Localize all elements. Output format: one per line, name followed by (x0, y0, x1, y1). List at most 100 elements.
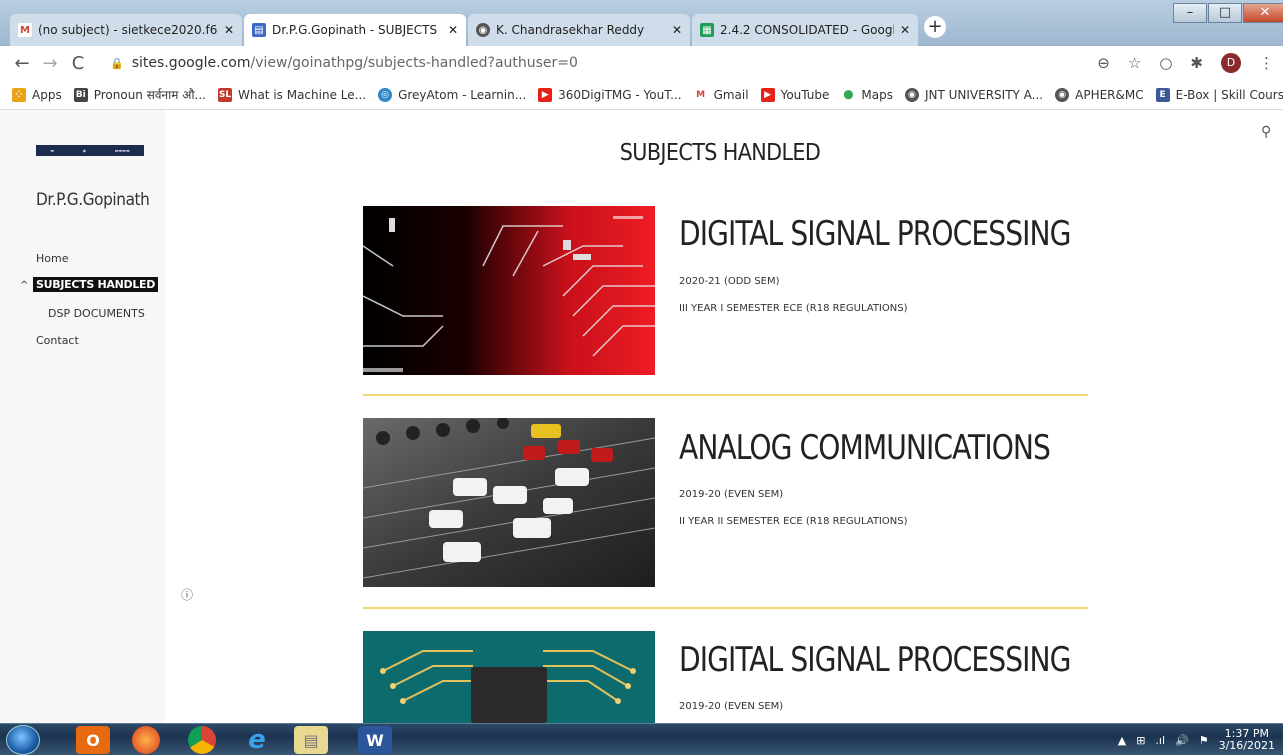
subject-year: II YEAR II SEMESTER ECE (R18 REGULATIONS… (679, 516, 908, 527)
maps-pin-icon: ⬤ (841, 87, 856, 102)
bookmark-label: GreyAtom - Learnin... (398, 87, 527, 102)
subject-title: ANALOG COMMUNICATIONS (679, 428, 1051, 468)
greyatom-icon: ◎ (378, 87, 393, 102)
new-tab-button[interactable]: + (924, 16, 946, 38)
extension-icon[interactable]: ○ (1159, 54, 1172, 72)
tab-title: (no subject) - sietkece2020.f6@g (38, 23, 218, 37)
window-close-button[interactable]: ✕ (1243, 3, 1283, 23)
bookmark-label: 360DigiTMG - YouT... (558, 87, 682, 102)
bookmark-gmail[interactable]: M Gmail (693, 87, 749, 102)
sl-icon: SL (217, 87, 232, 102)
bookmark-label: Pronoun सर्वनाम औ... (93, 88, 206, 102)
chevron-up-icon[interactable]: ^ (20, 280, 28, 291)
tray-expand-icon[interactable]: ▲ (1118, 734, 1126, 747)
tab-title: 2.4.2 CONSOLIDATED - Google S (720, 23, 894, 37)
window-controls: – □ ✕ (1172, 3, 1283, 25)
bookmark-ebox[interactable]: E E-Box | Skill Course (1155, 87, 1283, 102)
close-icon[interactable]: ✕ (672, 23, 682, 37)
puzzle-icon[interactable]: ✱ (1190, 54, 1203, 72)
bookmark-apps[interactable]: ⁘ Apps (12, 87, 62, 102)
tab-title: Dr.P.G.Gopinath - SUBJECTS HAN (272, 23, 442, 37)
info-icon[interactable]: ⓘ (181, 586, 193, 603)
nav-contact[interactable]: Contact (36, 334, 79, 347)
apps-grid-icon: ⁘ (12, 87, 26, 102)
globe-icon: ◉ (904, 87, 919, 102)
subject-image-audio-mixer (363, 418, 655, 587)
nav-dsp-documents[interactable]: DSP DOCUMENTS (48, 307, 145, 320)
bookmark-label: YouTube (780, 87, 830, 102)
bookmark-360digitmg[interactable]: ▶ 360DigiTMG - YouT... (538, 87, 682, 102)
word-icon[interactable]: W (358, 726, 392, 754)
maximize-button[interactable]: □ (1208, 3, 1242, 23)
tab-chandrasekhar[interactable]: ◉ K. Chandrasekhar Reddy ✕ (468, 14, 690, 46)
bookmark-apher[interactable]: ◉ APHER&MC (1055, 87, 1144, 102)
forward-icon[interactable]: → (36, 53, 64, 74)
tab-consolidated-sheet[interactable]: ▦ 2.4.2 CONSOLIDATED - Google S ✕ (692, 14, 918, 46)
bookmark-maps[interactable]: ⬤ Maps (841, 87, 893, 102)
system-clock[interactable]: 1:37 PM 3/16/2021 (1219, 728, 1275, 752)
bookmark-youtube[interactable]: ▶ YouTube (760, 87, 830, 102)
address-bar-row: ← → C 🔒 sites.google.com/view/goinathpg/… (0, 46, 1283, 80)
url-field[interactable]: 🔒 sites.google.com/view/goinathpg/subjec… (110, 50, 1280, 76)
system-tray: ▲ ⊞ .ıl 🔊 ⚑ 1:37 PM 3/16/2021 (1118, 728, 1275, 752)
outlook-icon[interactable]: O (76, 726, 110, 754)
avatar[interactable]: D (1221, 53, 1241, 73)
url-path: /view/goinathpg/subjects-handled?authuse… (250, 55, 578, 71)
site-logo[interactable]: ▬ ◉ ▬▬▬▬ (36, 145, 144, 156)
chrome-icon[interactable] (188, 726, 216, 754)
gmail-icon: M (693, 87, 708, 102)
menu-icon[interactable]: ⋮ (1259, 54, 1274, 72)
file-explorer-icon[interactable]: ▤ (294, 726, 328, 754)
microchip-image (363, 631, 655, 723)
windows-start-button[interactable] (6, 725, 40, 755)
bookmarks-bar: ⁘ Apps Bi Pronoun सर्वनाम औ... SL What is M… (0, 80, 1283, 110)
bookmark-label: Maps (861, 87, 893, 102)
globe-icon: ◉ (1055, 87, 1070, 102)
search-icon[interactable]: ⚲ (1261, 124, 1271, 140)
nav-home[interactable]: Home (36, 252, 68, 265)
bookmark-label: Apps (32, 87, 62, 102)
nav-subjects-handled[interactable]: SUBJECTS HANDLED (33, 277, 159, 292)
tab-subjects-handled[interactable]: ▤ Dr.P.G.Gopinath - SUBJECTS HAN ✕ (244, 14, 466, 46)
google-sheets-icon: ▦ (700, 23, 714, 37)
bookmark-label: JNT UNIVERSITY A... (924, 87, 1044, 102)
firefox-icon[interactable] (132, 726, 160, 754)
volume-icon[interactable]: 🔊 (1175, 734, 1189, 747)
url-host: sites.google.com (131, 55, 251, 71)
back-icon[interactable]: ← (8, 53, 36, 74)
site-title[interactable]: Dr.P.G.Gopinath (36, 190, 150, 210)
signal-icon[interactable]: .ıl (1155, 734, 1165, 747)
audio-mixer-image (363, 418, 655, 587)
subject-image-circuit-board (363, 206, 655, 375)
book-icon: Bi (73, 87, 88, 102)
subject-semester: 2019-20 (EVEN SEM) (679, 489, 784, 500)
star-icon[interactable]: ☆ (1128, 54, 1141, 72)
divider (363, 607, 1088, 609)
bookmark-label: APHER&MC (1075, 87, 1144, 102)
minimize-button[interactable]: – (1173, 3, 1207, 23)
internet-explorer-icon[interactable]: e (240, 725, 274, 755)
youtube-icon: ▶ (760, 87, 775, 102)
subject-image-microchip (363, 631, 655, 723)
bookmark-jntu[interactable]: ◉ JNT UNIVERSITY A... (904, 87, 1044, 102)
bookmark-greyatom[interactable]: ◎ GreyAtom - Learnin... (378, 87, 527, 102)
clock-date: 3/16/2021 (1218, 739, 1275, 752)
tab-gmail[interactable]: M (no subject) - sietkece2020.f6@g ✕ (10, 14, 242, 46)
subject-title: DIGITAL SIGNAL PROCESSING (679, 640, 1071, 680)
flag-icon[interactable]: ⚑ (1199, 734, 1209, 747)
close-icon[interactable]: ✕ (224, 23, 234, 37)
reload-icon[interactable]: C (64, 53, 92, 74)
ebox-icon: E (1155, 87, 1170, 102)
zoom-icon[interactable]: ⊖ (1097, 54, 1110, 72)
lock-icon[interactable]: 🔒 (110, 57, 124, 70)
close-icon[interactable]: ✕ (448, 23, 458, 37)
network-icon[interactable]: ⊞ (1136, 734, 1145, 747)
subject-title: DIGITAL SIGNAL PROCESSING (679, 214, 1071, 254)
bookmark-machine-learning[interactable]: SL What is Machine Le... (217, 87, 366, 102)
bookmark-pronoun[interactable]: Bi Pronoun सर्वनाम औ... (73, 86, 206, 103)
tab-title: K. Chandrasekhar Reddy (496, 23, 645, 37)
globe-icon: ◉ (476, 23, 490, 37)
toolbar-icons: ⊖ ☆ ○ ✱ D ⋮ (1097, 53, 1280, 73)
circuit-board-image (363, 206, 655, 375)
close-icon[interactable]: ✕ (900, 23, 910, 37)
